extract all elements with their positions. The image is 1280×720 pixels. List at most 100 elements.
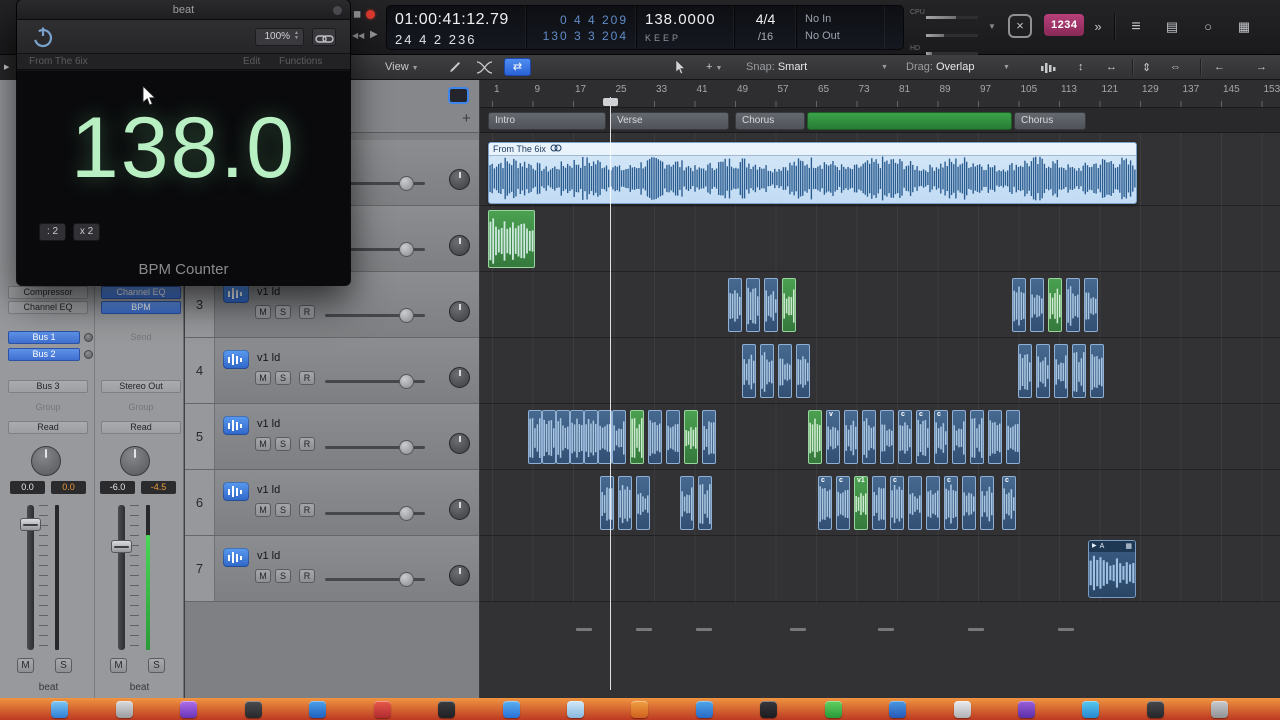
audio-region[interactable] bbox=[1066, 278, 1080, 332]
audio-region[interactable] bbox=[742, 344, 756, 398]
audio-region[interactable] bbox=[648, 410, 662, 464]
audio-region[interactable] bbox=[1090, 344, 1104, 398]
waveform-zoom-icon[interactable] bbox=[1040, 61, 1056, 77]
volume-slider[interactable] bbox=[325, 308, 425, 323]
loop-browser-icon[interactable]: ○ bbox=[1196, 16, 1220, 38]
secondary-tool-icon[interactable]: + ▼ bbox=[706, 61, 722, 73]
audio-region[interactable] bbox=[764, 278, 778, 332]
playhead-handle[interactable] bbox=[603, 98, 618, 106]
audio-region[interactable] bbox=[728, 278, 742, 332]
audio-region[interactable] bbox=[782, 278, 796, 332]
varispeed-badge[interactable]: 1234 bbox=[1044, 14, 1085, 36]
lcd-chevron-icon[interactable]: ▼ bbox=[988, 22, 996, 31]
volume-slider-handle[interactable] bbox=[399, 572, 414, 587]
volume-slider[interactable] bbox=[325, 440, 425, 455]
volume-slider[interactable] bbox=[325, 572, 425, 587]
volume-slider-handle[interactable] bbox=[399, 440, 414, 455]
audio-region[interactable] bbox=[618, 476, 632, 530]
group-slot[interactable]: Group bbox=[101, 401, 181, 414]
record-enable-button[interactable]: R bbox=[299, 371, 315, 385]
audio-region[interactable] bbox=[872, 476, 886, 530]
audio-region[interactable]: c bbox=[934, 410, 948, 464]
lcd-signature-section[interactable]: 4/4 /16 bbox=[735, 6, 797, 49]
dock-app-icon[interactable] bbox=[115, 700, 133, 718]
lcd-cycle-section[interactable]: 0 4 4 209 130 3 3 204 bbox=[527, 6, 637, 49]
pan-knob[interactable] bbox=[449, 433, 470, 454]
volume-fader[interactable] bbox=[118, 505, 125, 650]
audio-region[interactable] bbox=[680, 476, 694, 530]
crossfade-tool-icon[interactable] bbox=[476, 61, 493, 77]
plugin-zoom-stepper[interactable]: 100% ▲ ▼ bbox=[255, 28, 304, 46]
audio-region[interactable] bbox=[808, 410, 822, 464]
audio-region[interactable]: c bbox=[836, 476, 850, 530]
dock-app-icon[interactable] bbox=[566, 700, 584, 718]
output-slot[interactable]: Stereo Out bbox=[101, 380, 181, 393]
volume-slider[interactable] bbox=[325, 374, 425, 389]
dock-app-icon[interactable] bbox=[373, 700, 391, 718]
solo-button[interactable]: S bbox=[275, 371, 291, 385]
fader-handle[interactable] bbox=[111, 540, 132, 553]
arrange-area[interactable]: From The 6ix v c c c c c v1 c c c ▶ A ▦ bbox=[480, 133, 1280, 698]
pencil-tool-icon[interactable] bbox=[448, 60, 462, 77]
audio-region[interactable] bbox=[952, 410, 966, 464]
audio-region[interactable] bbox=[1084, 278, 1098, 332]
volume-slider-handle[interactable] bbox=[399, 242, 414, 257]
dock-app-icon[interactable] bbox=[889, 700, 907, 718]
volume-slider-handle[interactable] bbox=[399, 374, 414, 389]
horizontal-auto-zoom-icon[interactable]: ↔ bbox=[1106, 61, 1117, 73]
dock-app-icon[interactable] bbox=[953, 700, 971, 718]
volume-slider-handle[interactable] bbox=[399, 308, 414, 323]
pan-knob[interactable] bbox=[31, 446, 61, 476]
audio-region[interactable] bbox=[1036, 344, 1050, 398]
arrangement-marker[interactable]: Chorus bbox=[1014, 112, 1086, 130]
audio-region[interactable] bbox=[796, 344, 810, 398]
dock-app-icon[interactable] bbox=[631, 700, 649, 718]
record-enable-button[interactable]: R bbox=[299, 569, 315, 583]
pan-knob[interactable] bbox=[449, 499, 470, 520]
display-mode-icon[interactable] bbox=[448, 87, 469, 104]
horizontal-zoom-icon[interactable]: ⇔ bbox=[1170, 61, 1181, 73]
power-icon[interactable] bbox=[31, 25, 55, 49]
vertical-zoom-icon[interactable]: ⇕ bbox=[1142, 61, 1151, 74]
solo-button[interactable]: S bbox=[275, 437, 291, 451]
automation-mode[interactable]: Read bbox=[8, 421, 88, 434]
functions-menu[interactable]: Functions bbox=[279, 56, 322, 67]
scroll-right-icon[interactable]: → bbox=[1256, 61, 1267, 73]
volume-slider[interactable] bbox=[325, 506, 425, 521]
insert-slot[interactable]: BPM bbox=[101, 301, 181, 314]
insert-slot[interactable]: Channel EQ bbox=[8, 301, 88, 314]
automation-mode[interactable]: Read bbox=[101, 421, 181, 434]
send-slot[interactable]: Bus 2 bbox=[8, 348, 80, 361]
mute-button[interactable]: M bbox=[255, 437, 271, 451]
mute-button[interactable]: M bbox=[255, 305, 271, 319]
track-header[interactable]: 4 v1 ld M S R bbox=[185, 338, 479, 404]
lcd-tempo-section[interactable]: 138.0000 KEEP bbox=[637, 6, 735, 49]
audio-region[interactable] bbox=[970, 410, 984, 464]
arrangement-marker[interactable]: Intro bbox=[488, 112, 606, 130]
audio-region[interactable]: c bbox=[818, 476, 832, 530]
audio-region[interactable]: v1 bbox=[854, 476, 868, 530]
audio-region[interactable] bbox=[908, 476, 922, 530]
mute-button[interactable]: M bbox=[255, 371, 271, 385]
macos-dock[interactable] bbox=[0, 698, 1280, 720]
gain-value[interactable]: -6.0 bbox=[100, 481, 135, 494]
stop-icon[interactable]: ◼ bbox=[353, 10, 361, 20]
record-enable-button[interactable]: R bbox=[299, 503, 315, 517]
audio-region[interactable] bbox=[556, 410, 570, 464]
audio-region[interactable]: c bbox=[916, 410, 930, 464]
track-header[interactable]: 6 v1 ld M S R bbox=[185, 470, 479, 536]
volume-slider-handle[interactable] bbox=[399, 506, 414, 521]
track-header[interactable]: 7 v1 ld M S R bbox=[185, 536, 479, 602]
dock-app-icon[interactable] bbox=[824, 700, 842, 718]
mute-button[interactable]: M bbox=[255, 503, 271, 517]
pan-knob[interactable] bbox=[449, 169, 470, 190]
half-tempo-button[interactable]: : 2 bbox=[39, 223, 66, 241]
chevron-more-icon[interactable]: » bbox=[1086, 16, 1110, 38]
loop-region[interactable]: ▶ A ▦ bbox=[1088, 540, 1136, 598]
record-enable-button[interactable]: R bbox=[299, 305, 315, 319]
pan-knob[interactable] bbox=[449, 565, 470, 586]
audio-region[interactable] bbox=[844, 410, 858, 464]
edit-menu[interactable]: Edit bbox=[243, 56, 260, 67]
dock-app-icon[interactable] bbox=[695, 700, 713, 718]
solo-button[interactable]: S bbox=[275, 503, 291, 517]
